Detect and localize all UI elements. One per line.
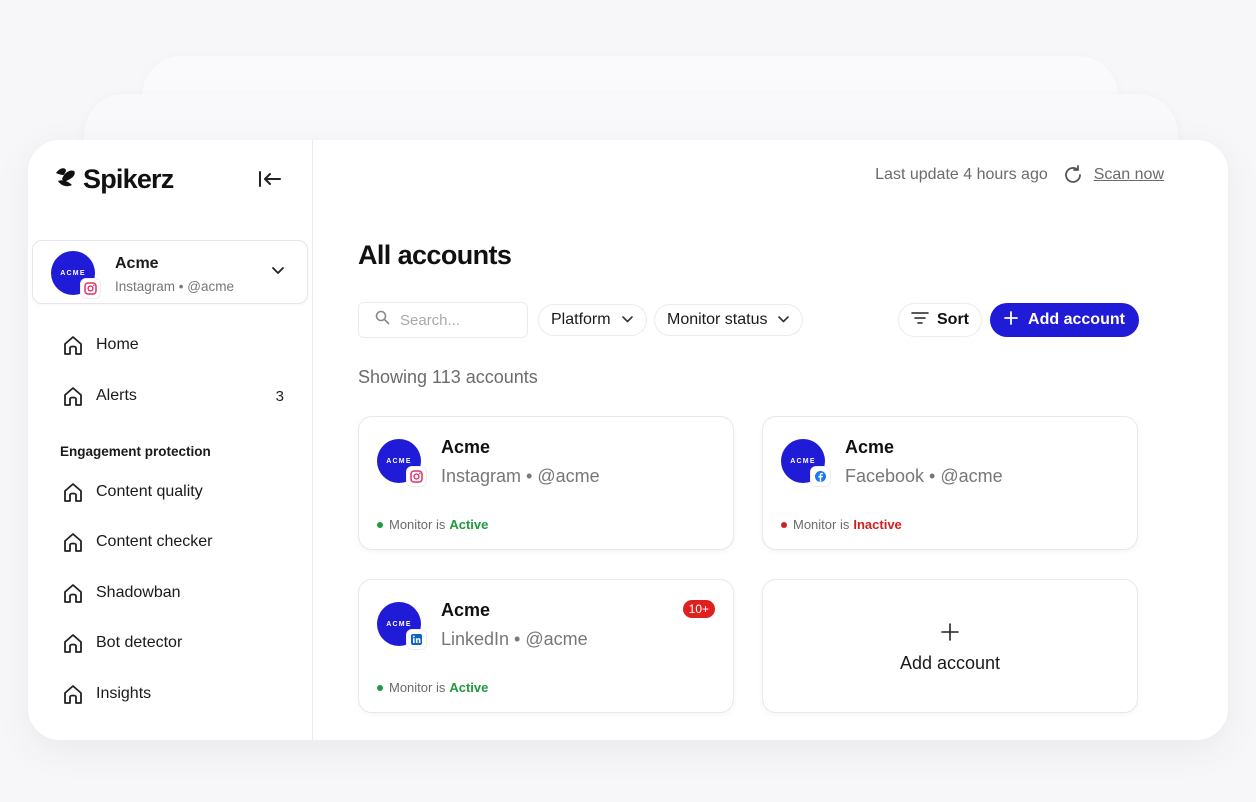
chevron-down-icon <box>271 263 285 281</box>
main-content: Last update 4 hours ago Scan now All acc… <box>313 140 1228 740</box>
monitor-status: Monitor is Active <box>377 680 488 695</box>
home-icon <box>62 632 84 654</box>
status-prefix: Monitor is <box>389 680 446 695</box>
avatar-text: ACME <box>60 269 86 277</box>
status-value: Active <box>449 680 489 695</box>
platform-filter-dropdown[interactable]: Platform <box>538 304 647 336</box>
status-prefix: Monitor is <box>389 517 446 532</box>
avatar-text: ACME <box>790 457 816 465</box>
status-prefix: Monitor is <box>793 517 850 532</box>
search-input[interactable] <box>400 311 510 329</box>
avatar: ACME <box>51 251 100 298</box>
sort-label: Sort <box>937 311 969 328</box>
sidebar-item-label: Insights <box>96 685 152 702</box>
home-icon <box>62 481 84 503</box>
sidebar-item-label: Content quality <box>96 483 203 500</box>
platform-filter-label: Platform <box>551 311 611 328</box>
avatar-text: ACME <box>386 620 412 628</box>
sidebar: Spikerz ACME Acme Instagram • @acme Home… <box>28 140 313 740</box>
status-value: Active <box>449 517 489 532</box>
card-account-name: Acme <box>441 600 491 620</box>
monitor-status-filter-label: Monitor status <box>667 311 768 328</box>
home-icon <box>62 334 84 356</box>
sort-button[interactable]: Sort <box>898 303 982 337</box>
avatar-text: ACME <box>386 457 412 465</box>
instagram-icon <box>81 279 100 298</box>
brand-name: Spikerz <box>83 164 174 194</box>
status-dot <box>781 521 787 528</box>
last-update-text: Last update 4 hours ago <box>875 166 1048 183</box>
alert-count-badge: 10+ <box>682 600 715 618</box>
alerts-count: 3 <box>275 387 284 405</box>
sidebar-item-label: Bot detector <box>96 634 183 651</box>
topbar: Last update 4 hours ago Scan now <box>875 164 1164 186</box>
account-subtitle: Instagram • @acme <box>115 279 234 294</box>
refresh-icon[interactable] <box>1062 164 1084 186</box>
chevron-down-icon <box>621 311 634 329</box>
monitor-status: Monitor is Active <box>377 517 488 532</box>
page-title: All accounts <box>358 240 512 270</box>
chevron-down-icon <box>777 311 790 329</box>
home-icon <box>62 531 84 553</box>
sidebar-item-label: Home <box>96 336 139 353</box>
monitor-status: Monitor is Inactive <box>781 517 902 532</box>
monitor-status-filter-dropdown[interactable]: Monitor status <box>654 304 804 336</box>
linkedin-icon <box>407 630 426 649</box>
card-account-subtitle: Facebook • @acme <box>845 466 1003 486</box>
avatar: ACME <box>377 602 426 649</box>
avatar: ACME <box>377 439 426 486</box>
collapse-sidebar-button[interactable] <box>256 168 284 194</box>
spikerz-logo-icon <box>54 165 80 194</box>
account-card-facebook[interactable]: ACME Acme Facebook • @acme Monitor is In… <box>762 416 1138 550</box>
status-dot <box>377 684 383 691</box>
plus-icon <box>1004 310 1018 330</box>
status-dot <box>377 521 383 528</box>
facebook-icon <box>811 467 830 486</box>
search-box[interactable] <box>358 302 528 338</box>
add-account-button[interactable]: Add account <box>990 303 1139 337</box>
account-name: Acme <box>115 255 159 272</box>
sidebar-item-label: Shadowban <box>96 584 181 601</box>
sidebar-item-label: Content checker <box>96 533 213 550</box>
sidebar-item-insights[interactable]: Insights <box>62 678 288 710</box>
card-account-name: Acme <box>441 437 491 457</box>
home-icon <box>62 385 84 407</box>
account-card-instagram[interactable]: ACME Acme Instagram • @acme Monitor is A… <box>358 416 734 550</box>
sidebar-item-content-checker[interactable]: Content checker <box>62 526 288 558</box>
sidebar-item-bot-detector[interactable]: Bot detector <box>62 627 288 659</box>
search-icon <box>375 310 390 330</box>
add-account-card[interactable]: Add account <box>762 579 1138 713</box>
avatar: ACME <box>781 439 830 486</box>
scan-now-link[interactable]: Scan now <box>1094 166 1164 184</box>
account-switcher[interactable]: ACME Acme Instagram • @acme <box>32 240 308 304</box>
app-window: Spikerz ACME Acme Instagram • @acme Home… <box>28 140 1228 740</box>
sidebar-item-shadowban[interactable]: Shadowban <box>62 577 288 609</box>
collapse-left-icon <box>258 170 282 193</box>
card-account-subtitle: Instagram • @acme <box>441 466 600 486</box>
status-value: Inactive <box>853 517 902 532</box>
plus-icon <box>941 619 959 645</box>
section-title-engagement-protection: Engagement protection <box>60 444 211 459</box>
showing-count: Showing 113 accounts <box>358 367 538 387</box>
sidebar-item-home[interactable]: Home <box>62 329 288 361</box>
account-card-linkedin[interactable]: ACME Acme LinkedIn • @acme 10+ Monitor i… <box>358 579 734 713</box>
home-icon <box>62 582 84 604</box>
sidebar-item-alerts[interactable]: Alerts 3 <box>62 380 288 412</box>
sidebar-item-label: Alerts <box>96 387 137 404</box>
instagram-icon <box>407 467 426 486</box>
add-account-card-label: Add account <box>899 652 1001 673</box>
sort-icon <box>911 311 929 330</box>
brand-logo[interactable]: Spikerz <box>54 164 174 195</box>
card-account-subtitle: LinkedIn • @acme <box>441 629 588 649</box>
card-account-name: Acme <box>845 437 895 457</box>
home-icon <box>62 683 84 705</box>
add-account-label: Add account <box>1028 311 1125 328</box>
sidebar-item-content-quality[interactable]: Content quality <box>62 476 288 508</box>
